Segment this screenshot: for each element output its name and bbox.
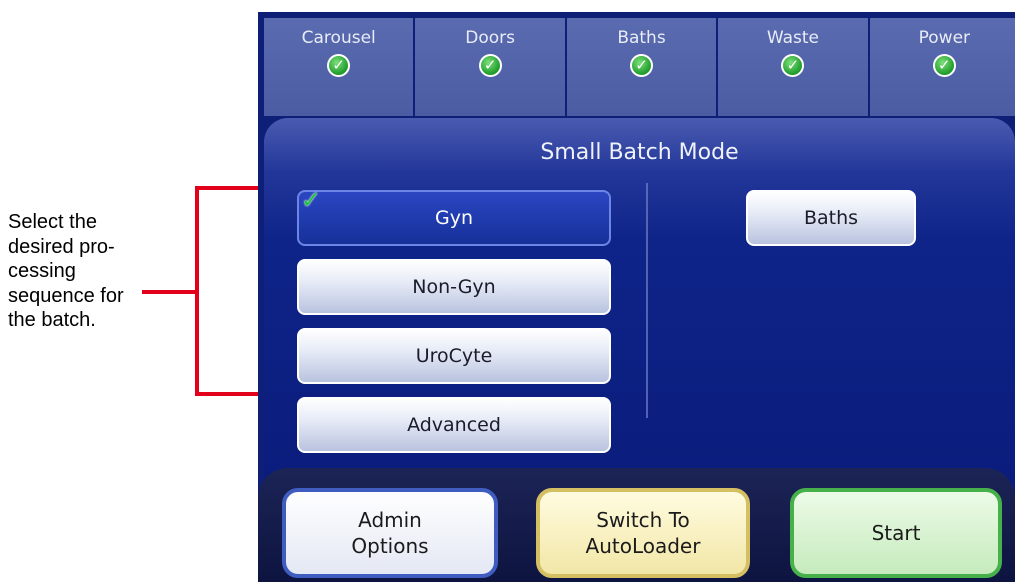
start-button[interactable]: Start [790,488,1002,578]
status-carousel: Carousel ✓ [264,18,414,116]
status-label: Waste [766,28,819,48]
callout-line: cessing [8,260,76,282]
start-label: Start [871,521,921,545]
callout-text: Select the desired pro- cessing sequence… [8,210,168,333]
callout-line: Select the [8,211,97,233]
sequence-button-advanced[interactable]: Advanced [297,397,611,453]
status-label: Power [918,28,971,48]
switch-line: Switch To [596,508,690,532]
admin-options-line: Admin [358,508,422,532]
status-doors: Doors ✓ [415,18,565,116]
action-bar: Admin Options Switch To AutoLoader Start [258,468,1015,582]
sequence-label: Advanced [407,414,501,436]
panel-divider [646,183,648,418]
sequence-button-urocyte[interactable]: UroCyte [297,328,611,384]
status-label: Baths [617,28,666,48]
selected-check-icon: ✓ [301,186,322,214]
device-screen: Carousel ✓ Doors ✓ Baths ✓ Waste ✓ Power… [258,12,1015,582]
callout-line: the batch. [8,309,96,331]
status-power: Power ✓ [869,18,1015,116]
switch-to-autoloader-button[interactable]: Switch To AutoLoader [536,488,750,578]
status-baths: Baths ✓ [566,18,717,116]
status-waste: Waste ✓ [718,18,868,116]
check-circle-icon: ✓ [630,54,654,77]
mode-title: Small Batch Mode [540,140,739,165]
admin-options-button[interactable]: Admin Options [282,488,498,578]
sequence-label: Non-Gyn [412,276,496,298]
check-circle-icon: ✓ [478,54,502,77]
admin-options-line: Options [351,534,429,558]
baths-button-label: Baths [803,207,859,229]
sequence-label: UroCyte [415,345,493,367]
sequence-button-non-gyn[interactable]: Non-Gyn [297,259,611,315]
status-bar: Carousel ✓ Doors ✓ Baths ✓ Waste ✓ Power… [264,18,1015,116]
switch-line: AutoLoader [585,534,701,558]
callout-line: sequence for [8,284,124,307]
baths-button[interactable]: Baths [746,190,916,246]
sequence-label: Gyn [434,207,473,229]
mode-panel: Small Batch Mode ✓ Gyn Non-Gyn UroCyte A… [264,118,1015,498]
sequence-button-gyn[interactable]: ✓ Gyn [297,186,611,246]
callout-line: desired pro- [8,235,115,258]
callout-pointer [142,290,199,294]
check-circle-icon: ✓ [781,54,805,77]
check-circle-icon: ✓ [327,54,351,77]
check-circle-icon: ✓ [932,54,956,77]
status-label: Doors [465,28,515,48]
status-label: Carousel [301,28,376,48]
